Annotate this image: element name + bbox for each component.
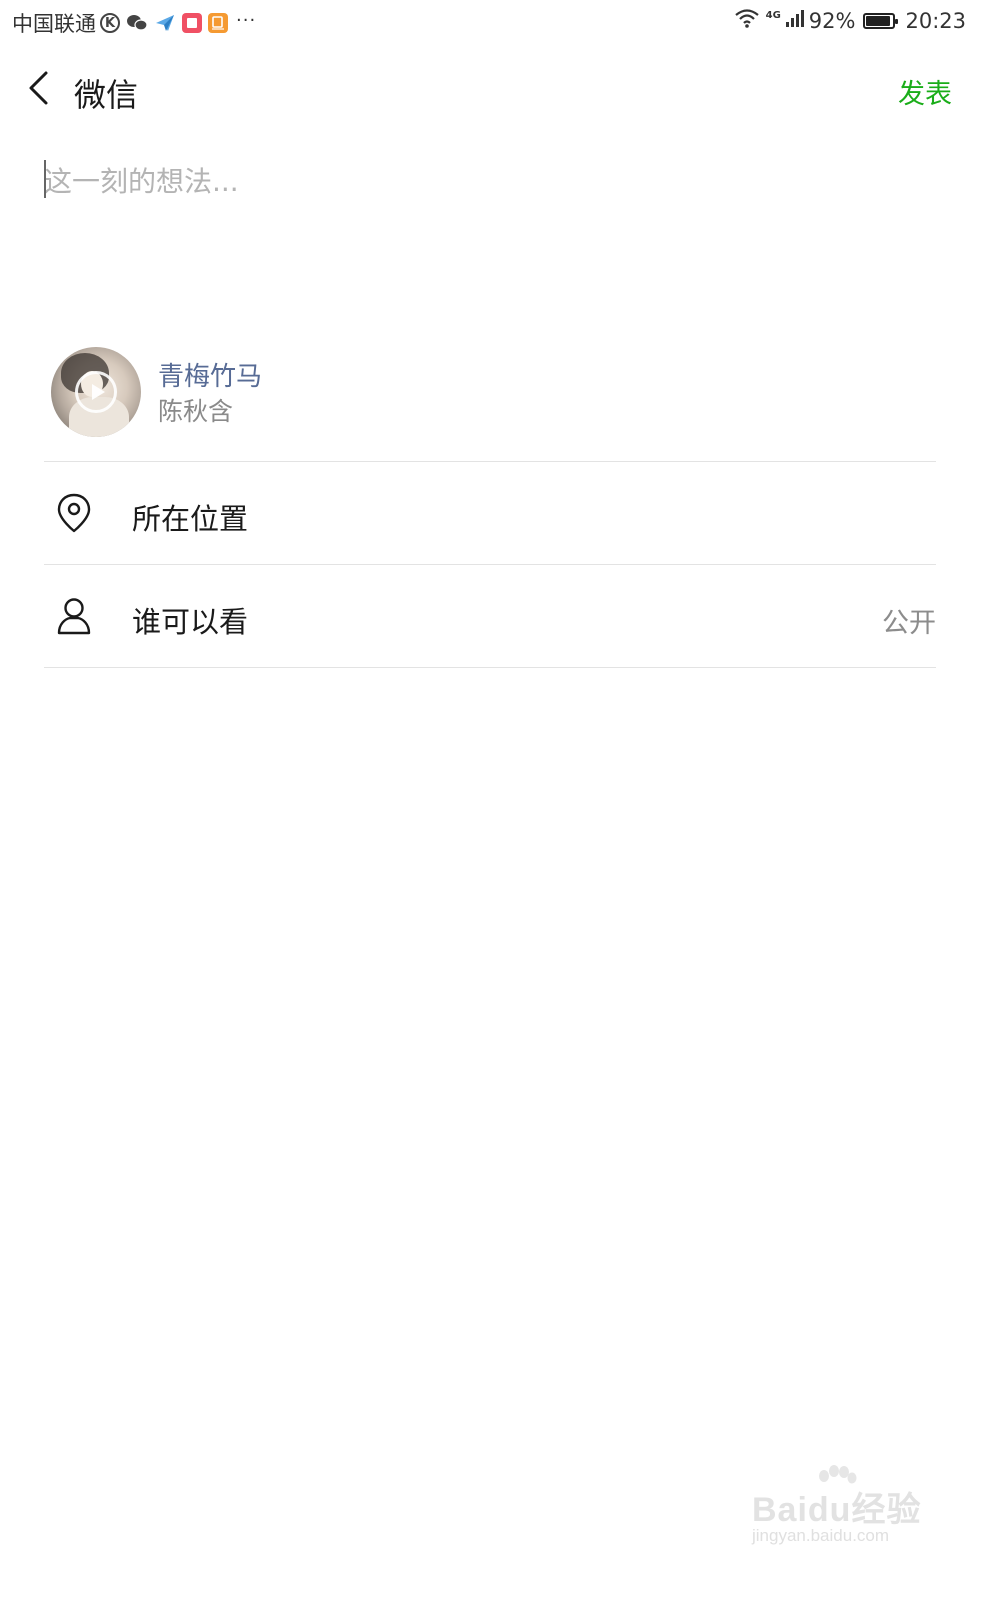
- shared-music-card[interactable]: 青梅竹马 陈秋含: [44, 340, 936, 460]
- status-bar: 中国联通 K ··· 4G 92% 20:23: [0, 0, 1000, 46]
- note-app-notification-icon: [208, 13, 228, 33]
- more-notifications-indicator: ···: [236, 9, 257, 31]
- battery-icon: [863, 12, 899, 29]
- navigation-bar: 微信 发表: [0, 46, 1000, 134]
- play-icon[interactable]: [75, 371, 117, 413]
- carrier-name: 中国联通: [12, 12, 96, 36]
- battery-percentage: 92%: [808, 8, 856, 33]
- album-cover-image: [51, 347, 141, 437]
- chevron-left-icon: [29, 71, 48, 105]
- location-label: 所在位置: [132, 502, 249, 536]
- signal-strength-icon: [785, 8, 805, 33]
- publish-button[interactable]: 发表: [898, 72, 952, 111]
- back-button[interactable]: [18, 68, 58, 108]
- wechat-notification-icon: [126, 13, 148, 33]
- location-row[interactable]: 所在位置: [44, 462, 936, 564]
- k-badge-icon: K: [100, 13, 120, 33]
- network-type-label: 4G: [765, 10, 781, 21]
- visibility-label: 谁可以看: [132, 605, 249, 639]
- status-bar-right: 4G 92% 20:23: [730, 8, 966, 33]
- visibility-row[interactable]: 谁可以看 公开: [44, 565, 936, 667]
- text-caret: [44, 160, 46, 198]
- watermark-brand: Baidu经验: [752, 1491, 922, 1529]
- status-bar-left: 中国联通 K ···: [12, 8, 256, 38]
- location-pin-icon: [57, 493, 91, 533]
- status-clock: 20:23: [905, 8, 966, 33]
- battery-level-fill: [866, 15, 891, 26]
- baidu-jingyan-watermark: Baidu经验 jingyan.baidu.com: [748, 1465, 948, 1556]
- song-title: 青梅竹马: [158, 362, 263, 392]
- book-app-notification-icon: [182, 13, 202, 33]
- song-artist: 陈秋含: [158, 397, 234, 426]
- paper-plane-notification-icon: [154, 13, 176, 33]
- moment-text-input[interactable]: [44, 160, 924, 310]
- divider: [44, 667, 936, 668]
- visibility-value: 公开: [882, 608, 936, 639]
- page-title: 微信: [74, 76, 139, 114]
- person-icon: [57, 598, 91, 635]
- watermark-url: jingyan.baidu.com: [752, 1526, 890, 1545]
- wifi-icon: [734, 8, 760, 33]
